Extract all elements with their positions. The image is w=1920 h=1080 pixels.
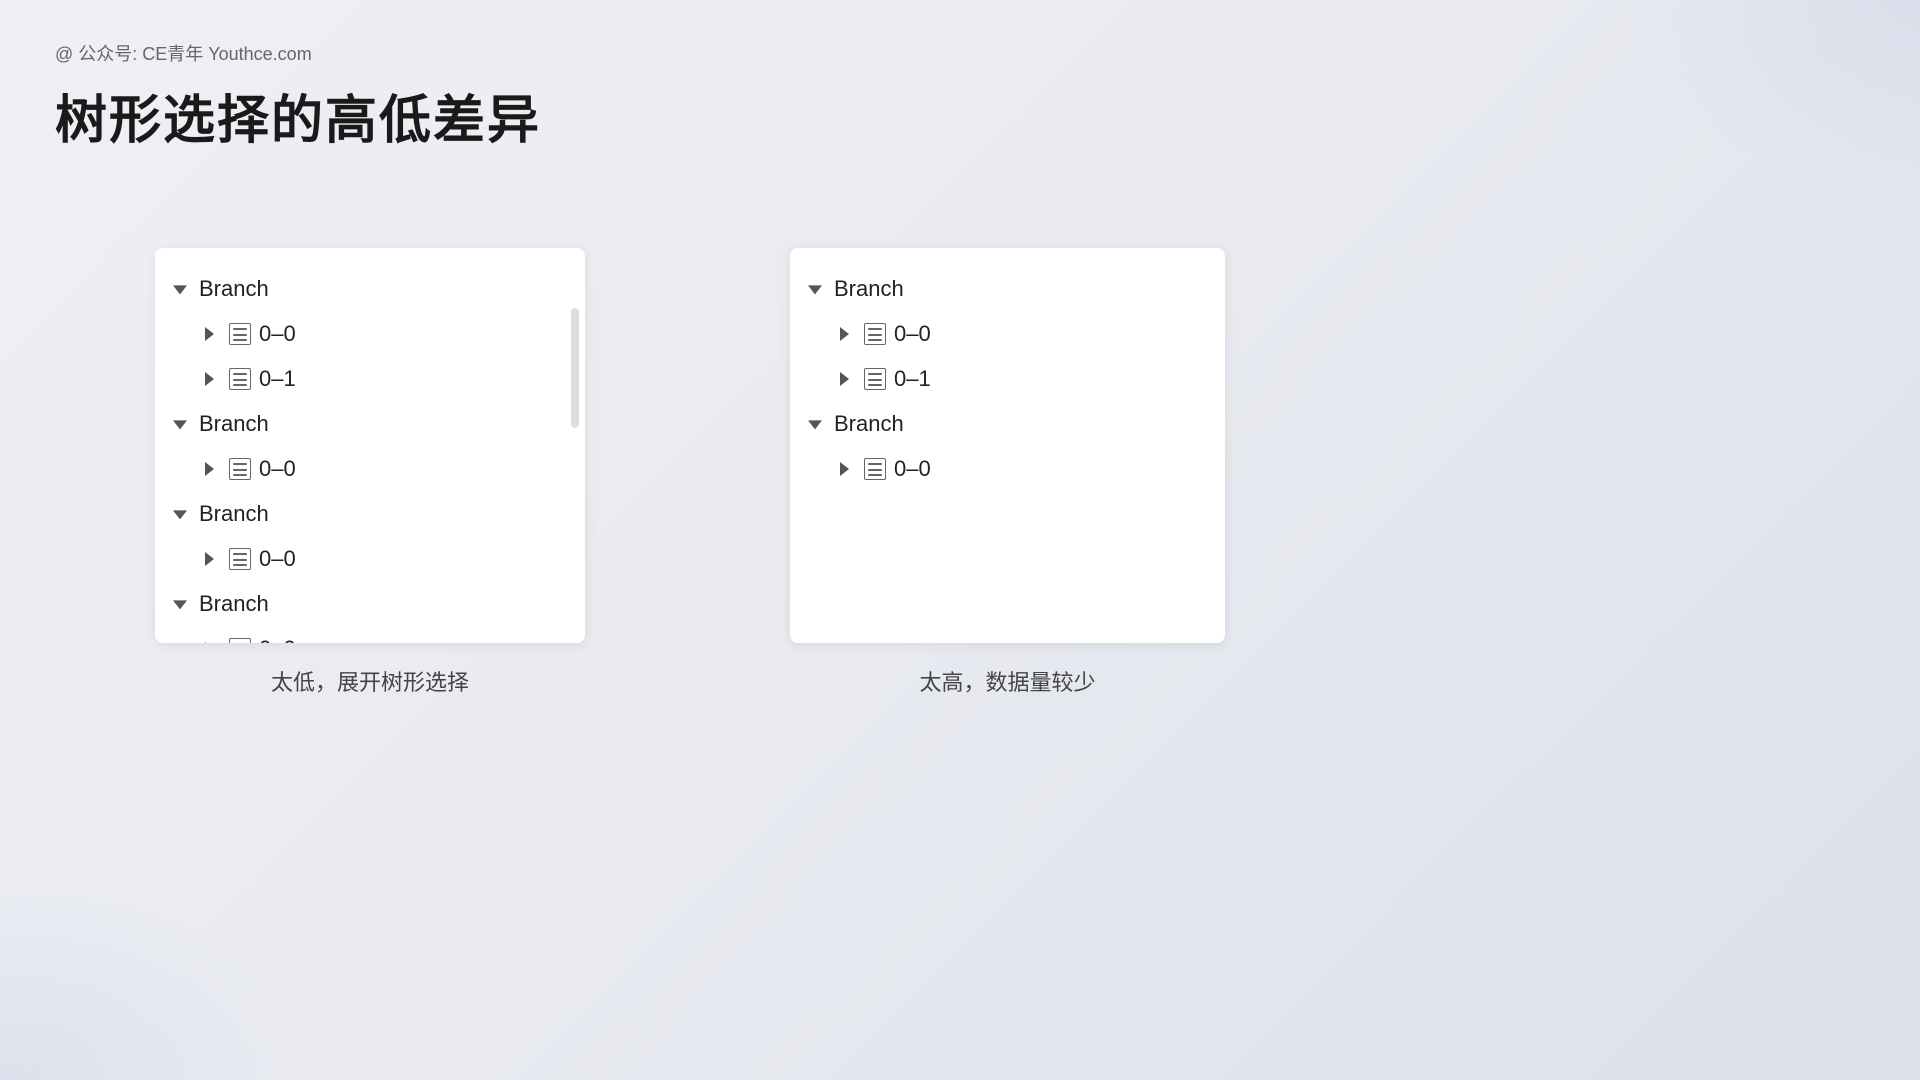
leaf-label: 0–0 xyxy=(259,317,296,350)
chevron-down-icon xyxy=(173,416,189,432)
branch-label: Branch xyxy=(834,407,904,440)
branch-item[interactable]: Branch xyxy=(155,401,585,446)
chevron-right-icon xyxy=(205,326,221,342)
leaf-label: 0–0 xyxy=(259,632,296,643)
leaf-label: 0–0 xyxy=(259,542,296,575)
right-tree-panel: Branch 0–0 0–1 Branch 0–0 xyxy=(790,248,1225,643)
branch-label: Branch xyxy=(199,407,269,440)
doc-icon xyxy=(229,323,251,345)
chevron-right-icon xyxy=(840,371,856,387)
doc-icon xyxy=(229,458,251,480)
leaf-item[interactable]: 0–1 xyxy=(790,356,1225,401)
leaf-label: 0–0 xyxy=(894,452,931,485)
leaf-label: 0–0 xyxy=(894,317,931,350)
leaf-label: 0–1 xyxy=(894,362,931,395)
header: @ 公众号: CE青年 Youthce.com 树形选择的高低差异 xyxy=(55,40,541,153)
chevron-right-icon xyxy=(205,641,221,644)
chevron-down-icon xyxy=(173,506,189,522)
branch-item[interactable]: Branch xyxy=(790,266,1225,311)
doc-icon xyxy=(864,368,886,390)
doc-icon xyxy=(229,368,251,390)
branch-item[interactable]: Branch xyxy=(155,266,585,311)
leaf-label: 0–1 xyxy=(259,362,296,395)
chevron-right-icon xyxy=(205,371,221,387)
chevron-down-icon xyxy=(808,416,824,432)
scrollbar[interactable] xyxy=(571,308,579,428)
leaf-item[interactable]: 0–1 xyxy=(155,356,585,401)
chevron-down-icon xyxy=(173,596,189,612)
leaf-item[interactable]: 0–0 xyxy=(155,446,585,491)
leaf-label: 0–0 xyxy=(259,452,296,485)
right-caption: 太高，数据量较少 xyxy=(919,665,1095,697)
branch-item[interactable]: Branch xyxy=(155,491,585,536)
right-tree-content: Branch 0–0 0–1 Branch 0–0 xyxy=(790,248,1225,643)
branch-label: Branch xyxy=(199,272,269,305)
chevron-right-icon xyxy=(840,326,856,342)
page-title: 树形选择的高低差异 xyxy=(55,78,541,153)
left-tree-panel: Branch 0–0 0–1 Branch 0–0 xyxy=(155,248,585,643)
left-tree-content: Branch 0–0 0–1 Branch 0–0 xyxy=(155,248,585,643)
chevron-down-icon xyxy=(808,281,824,297)
leaf-item[interactable]: 0–0 xyxy=(790,311,1225,356)
chevron-right-icon xyxy=(205,461,221,477)
doc-icon xyxy=(229,548,251,570)
branch-label: Branch xyxy=(199,587,269,620)
watermark-top-right xyxy=(1620,0,1920,200)
chevron-right-icon xyxy=(840,461,856,477)
right-panel-wrapper: Branch 0–0 0–1 Branch 0–0 xyxy=(790,248,1225,697)
left-panel-wrapper: Branch 0–0 0–1 Branch 0–0 xyxy=(155,248,585,697)
watermark-bottom-left xyxy=(0,880,300,1080)
leaf-item[interactable]: 0–0 xyxy=(790,446,1225,491)
branch-label: Branch xyxy=(834,272,904,305)
doc-icon xyxy=(864,458,886,480)
leaf-item[interactable]: 0–0 xyxy=(155,311,585,356)
leaf-item[interactable]: 0–0 xyxy=(155,626,585,643)
chevron-down-icon xyxy=(173,281,189,297)
header-subtitle: @ 公众号: CE青年 Youthce.com xyxy=(55,40,541,66)
branch-item[interactable]: Branch xyxy=(790,401,1225,446)
doc-icon xyxy=(229,638,251,644)
leaf-item[interactable]: 0–0 xyxy=(155,536,585,581)
doc-icon xyxy=(864,323,886,345)
branch-label: Branch xyxy=(199,497,269,530)
branch-item[interactable]: Branch xyxy=(155,581,585,626)
chevron-right-icon xyxy=(205,551,221,567)
left-caption: 太低，展开树形选择 xyxy=(271,665,469,697)
